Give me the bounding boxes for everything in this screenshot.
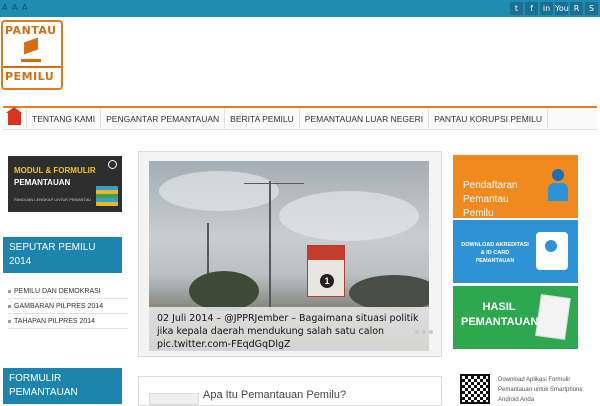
app-download-text[interactable]: Download Aplikasi Formulir Pemantauan un…: [498, 375, 598, 405]
antenna-pole: [269, 181, 271, 311]
billboard-stripe: [308, 246, 344, 260]
home-icon: [6, 107, 22, 125]
billboard-number: 1: [320, 274, 334, 288]
linkedin-icon[interactable]: in: [540, 2, 553, 15]
banner-label: DOWNLOAD AKREDITASI & ID CARD PEMANTAUAN: [461, 242, 529, 264]
featured-photo[interactable]: 1 02 Juli 2014 – @JPPRJember – Bagaimana…: [149, 161, 429, 351]
nav-item-pengantar-pemantauan[interactable]: PENGANTAR PEMANTAUAN: [101, 108, 226, 130]
main-nav: TENTANG KAMI PENGANTAR PEMANTAUAN BERITA…: [3, 106, 597, 130]
slider-dots[interactable]: [415, 330, 433, 334]
download-akreditasi-banner[interactable]: DOWNLOAD AKREDITASI & ID CARD PEMANTAUAN: [453, 220, 578, 283]
facebook-icon[interactable]: f: [525, 2, 538, 15]
books-icon: [96, 186, 118, 206]
play-icon: [108, 160, 117, 169]
campaign-billboard: 1: [307, 245, 345, 297]
banner-label: Pendaftaran Pemantau Pemilu: [463, 180, 518, 219]
nav-item-pemantauan-luar-negeri[interactable]: PEMANTAUAN LUAR NEGERI: [300, 108, 430, 130]
document-icon: [535, 294, 571, 340]
logo-top-text: PANTAU: [5, 24, 57, 37]
cloud-shape: [159, 171, 279, 211]
nav-item-pantau-korupsi-pemilu[interactable]: PANTAU KORUPSI PEMILU: [429, 108, 549, 130]
person-icon: [552, 169, 564, 181]
id-card-icon: [536, 232, 568, 270]
social-links: t f in You R S: [510, 2, 598, 15]
promo-caption: PANDUAN LENGKAP UNTUK PEMANTAU: [14, 197, 92, 202]
font-size-controls[interactable]: A A A: [2, 3, 29, 12]
cloud-shape: [279, 191, 419, 241]
nav-item-tentang-kami[interactable]: TENTANG KAMI: [27, 108, 102, 130]
sidebar-link-gambaran-pilpres[interactable]: GAMBARAN PILPRES 2014: [8, 299, 128, 314]
section-title-seputar-pemilu: SEPUTAR PEMILU 2014: [3, 237, 122, 273]
banner-label: HASIL PEMANTAUAN: [461, 301, 539, 328]
ballot-box-icon: [21, 40, 41, 62]
site-logo[interactable]: PANTAU PEMILU: [1, 20, 63, 90]
person-body-icon: [548, 183, 568, 201]
sidebar-link-pemilu-demokrasi[interactable]: PEMILU DAN DEMOKRASI: [8, 284, 128, 299]
promo-subtitle: PEMANTAUAN: [14, 178, 71, 187]
article-title[interactable]: Apa Itu Pemantauan Pemilu?: [203, 389, 346, 401]
sidebar-link-tahapan-pilpres[interactable]: TAHAPAN PILPRES 2014: [8, 314, 128, 329]
logo-bottom-text: PEMILU: [5, 70, 55, 83]
seputar-pemilu-list: PEMILU DAN DEMOKRASI GAMBARAN PILPRES 20…: [8, 284, 128, 329]
skype-icon[interactable]: S: [585, 2, 598, 15]
featured-slider[interactable]: 1 02 Juli 2014 – @JPPRJember – Bagaimana…: [138, 151, 442, 357]
promo-title: MODUL & FORMULIR: [14, 166, 96, 175]
antenna-bar: [244, 183, 304, 184]
youtube-icon[interactable]: You: [555, 2, 569, 15]
building-shape: [349, 275, 429, 311]
tree-shape: [189, 271, 259, 311]
logo-divider: [3, 66, 61, 68]
article-card[interactable]: Apa Itu Pemantauan Pemilu?: [138, 376, 442, 406]
rss-icon[interactable]: R: [570, 2, 583, 15]
hasil-pemantauan-banner[interactable]: HASIL PEMANTAUAN: [453, 286, 578, 349]
modul-formulir-banner[interactable]: MODUL & FORMULIR PEMANTAUAN PANDUAN LENG…: [8, 156, 122, 212]
nav-item-berita-pemilu[interactable]: BERITA PEMILU: [225, 108, 300, 130]
twitter-icon[interactable]: t: [510, 2, 523, 15]
featured-caption[interactable]: 02 Juli 2014 – @JPPRJember – Bagaimana s…: [149, 307, 429, 351]
top-bar: A A A t f in You R S: [0, 0, 600, 17]
article-thumbnail[interactable]: [149, 393, 199, 405]
home-button[interactable]: [3, 107, 27, 130]
section-title-formulir-pemantauan: FORMULIR PEMANTAUAN: [3, 368, 122, 404]
pendaftaran-pemantau-banner[interactable]: Pendaftaran Pemantau Pemilu: [453, 155, 578, 219]
